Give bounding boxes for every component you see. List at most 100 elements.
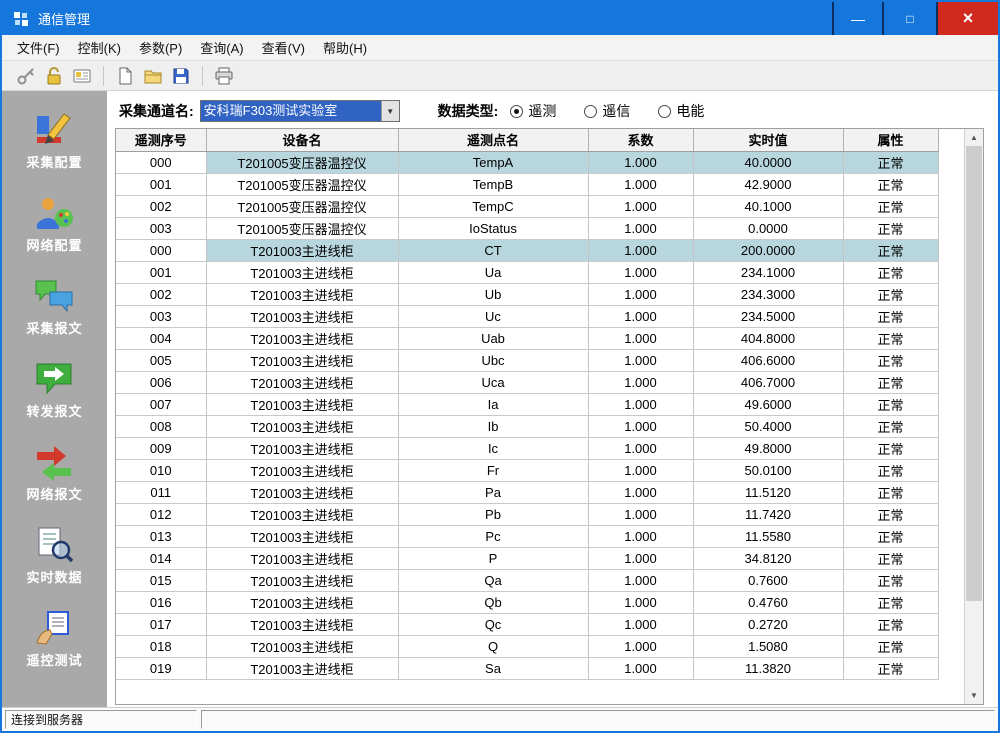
table-cell: Uc [398, 305, 588, 327]
scrollbar-thumb[interactable] [966, 146, 982, 601]
table-row[interactable]: 000T201005变压器温控仪TempA1.00040.0000正常 [116, 151, 938, 173]
table-cell: 1.5080 [693, 635, 843, 657]
table-cell: Fr [398, 459, 588, 481]
channel-label: 采集通道名: [119, 101, 194, 121]
maximize-button[interactable]: □ [882, 2, 936, 35]
table-cell: 40.0000 [693, 151, 843, 173]
table-cell: 017 [116, 613, 206, 635]
menu-item-params[interactable]: 参数(P) [130, 35, 191, 60]
menu-item-query[interactable]: 查询(A) [191, 35, 252, 60]
table-cell: 009 [116, 437, 206, 459]
menu-item-help[interactable]: 帮助(H) [314, 35, 376, 60]
table-cell: TempA [398, 151, 588, 173]
table-row[interactable]: 017T201003主进线柜Qc1.0000.2720正常 [116, 613, 938, 635]
toolbar [2, 61, 998, 91]
sidebar-item-network-message[interactable]: 网络报文 [26, 443, 82, 503]
scroll-up-icon[interactable]: ▲ [965, 129, 983, 146]
table-cell: 正常 [843, 217, 938, 239]
sidebar: 采集配置网络配置采集报文转发报文网络报文实时数据遥控测试 [2, 91, 107, 707]
table-cell: CT [398, 239, 588, 261]
sidebar-item-network-config[interactable]: 网络配置 [26, 194, 82, 254]
scroll-down-icon[interactable]: ▼ [965, 687, 983, 704]
radio-energy[interactable]: 电能 [658, 101, 704, 121]
sidebar-item-collect-message[interactable]: 采集报文 [26, 277, 82, 337]
table-cell: T201005变压器温控仪 [206, 151, 398, 173]
table-row[interactable]: 006T201003主进线柜Uca1.000406.7000正常 [116, 371, 938, 393]
table-row[interactable]: 001T201003主进线柜Ua1.000234.1000正常 [116, 261, 938, 283]
table-cell: 正常 [843, 415, 938, 437]
column-header[interactable]: 系数 [588, 129, 693, 151]
menu-item-file[interactable]: 文件(F) [8, 35, 69, 60]
lock-open-icon[interactable] [44, 66, 64, 86]
key-icon[interactable] [16, 66, 36, 86]
table-row[interactable]: 010T201003主进线柜Fr1.00050.0100正常 [116, 459, 938, 481]
table-row[interactable]: 000T201003主进线柜CT1.000200.0000正常 [116, 239, 938, 261]
column-header[interactable]: 遥测点名 [398, 129, 588, 151]
table-row[interactable]: 018T201003主进线柜Q1.0001.5080正常 [116, 635, 938, 657]
new-file-icon[interactable] [115, 66, 135, 86]
table-row[interactable]: 016T201003主进线柜Qb1.0000.4760正常 [116, 591, 938, 613]
table-row[interactable]: 005T201003主进线柜Ubc1.000406.6000正常 [116, 349, 938, 371]
window-title: 通信管理 [38, 9, 90, 28]
table-cell: 018 [116, 635, 206, 657]
table-cell: T201003主进线柜 [206, 349, 398, 371]
column-header[interactable]: 实时值 [693, 129, 843, 151]
table-row[interactable]: 008T201003主进线柜Ib1.00050.4000正常 [116, 415, 938, 437]
sidebar-item-forward-message[interactable]: 转发报文 [26, 360, 82, 420]
channel-combobox[interactable]: 安科瑞F303测试实验室 ▼ [200, 100, 400, 122]
sidebar-item-realtime-data[interactable]: 实时数据 [26, 526, 82, 586]
status-message: 连接到服务器 [5, 710, 197, 729]
table-cell: 015 [116, 569, 206, 591]
table-row[interactable]: 002T201005变压器温控仪TempC1.00040.1000正常 [116, 195, 938, 217]
table-cell: 010 [116, 459, 206, 481]
table-row[interactable]: 019T201003主进线柜Sa1.00011.3820正常 [116, 657, 938, 679]
print-icon[interactable] [214, 66, 234, 86]
table-cell: T201003主进线柜 [206, 525, 398, 547]
column-header[interactable]: 设备名 [206, 129, 398, 151]
table-cell: Ua [398, 261, 588, 283]
radio-circle-icon [510, 105, 523, 118]
save-icon[interactable] [171, 66, 191, 86]
table-row[interactable]: 013T201003主进线柜Pc1.00011.5580正常 [116, 525, 938, 547]
id-card-icon[interactable] [72, 66, 92, 86]
close-button[interactable]: × [936, 2, 998, 35]
table-cell: 200.0000 [693, 239, 843, 261]
radio-signal[interactable]: 遥信 [584, 101, 630, 121]
column-header[interactable]: 遥测序号 [116, 129, 206, 151]
column-header[interactable]: 属性 [843, 129, 938, 151]
table-row[interactable]: 009T201003主进线柜Ic1.00049.8000正常 [116, 437, 938, 459]
menu-item-view[interactable]: 查看(V) [253, 35, 314, 60]
table-cell: 234.1000 [693, 261, 843, 283]
table-row[interactable]: 001T201005变压器温控仪TempB1.00042.9000正常 [116, 173, 938, 195]
table-cell: 1.000 [588, 283, 693, 305]
table-cell: 002 [116, 283, 206, 305]
app-icon [12, 10, 30, 28]
table-cell: Pb [398, 503, 588, 525]
table-row[interactable]: 012T201003主进线柜Pb1.00011.7420正常 [116, 503, 938, 525]
table-cell: 正常 [843, 349, 938, 371]
chevron-down-icon[interactable]: ▼ [381, 101, 399, 121]
table-row[interactable]: 011T201003主进线柜Pa1.00011.5120正常 [116, 481, 938, 503]
table-cell: 正常 [843, 151, 938, 173]
table-row[interactable]: 002T201003主进线柜Ub1.000234.3000正常 [116, 283, 938, 305]
network-message-icon [34, 443, 74, 481]
table-row[interactable]: 007T201003主进线柜Ia1.00049.6000正常 [116, 393, 938, 415]
vertical-scrollbar[interactable]: ▲ ▼ [964, 129, 983, 704]
data-grid: 遥测序号设备名遥测点名系数实时值属性 000T201005变压器温控仪TempA… [115, 128, 984, 705]
toolbar-separator [202, 66, 203, 86]
table-row[interactable]: 015T201003主进线柜Qa1.0000.7600正常 [116, 569, 938, 591]
menu-item-control[interactable]: 控制(K) [69, 35, 130, 60]
radio-telemetry[interactable]: 遥测 [510, 101, 556, 121]
table-cell: 1.000 [588, 173, 693, 195]
table-row[interactable]: 003T201005变压器温控仪IoStatus1.0000.0000正常 [116, 217, 938, 239]
table-row[interactable]: 004T201003主进线柜Uab1.000404.8000正常 [116, 327, 938, 349]
radio-label: 遥信 [602, 101, 630, 121]
table-cell: 正常 [843, 195, 938, 217]
sidebar-item-collect-config[interactable]: 采集配置 [26, 111, 82, 171]
sidebar-item-remote-test[interactable]: 遥控测试 [26, 609, 82, 669]
open-folder-icon[interactable] [143, 66, 163, 86]
minimize-button[interactable]: — [832, 2, 882, 35]
table-row[interactable]: 003T201003主进线柜Uc1.000234.5000正常 [116, 305, 938, 327]
table-cell: 正常 [843, 525, 938, 547]
table-row[interactable]: 014T201003主进线柜P1.00034.8120正常 [116, 547, 938, 569]
